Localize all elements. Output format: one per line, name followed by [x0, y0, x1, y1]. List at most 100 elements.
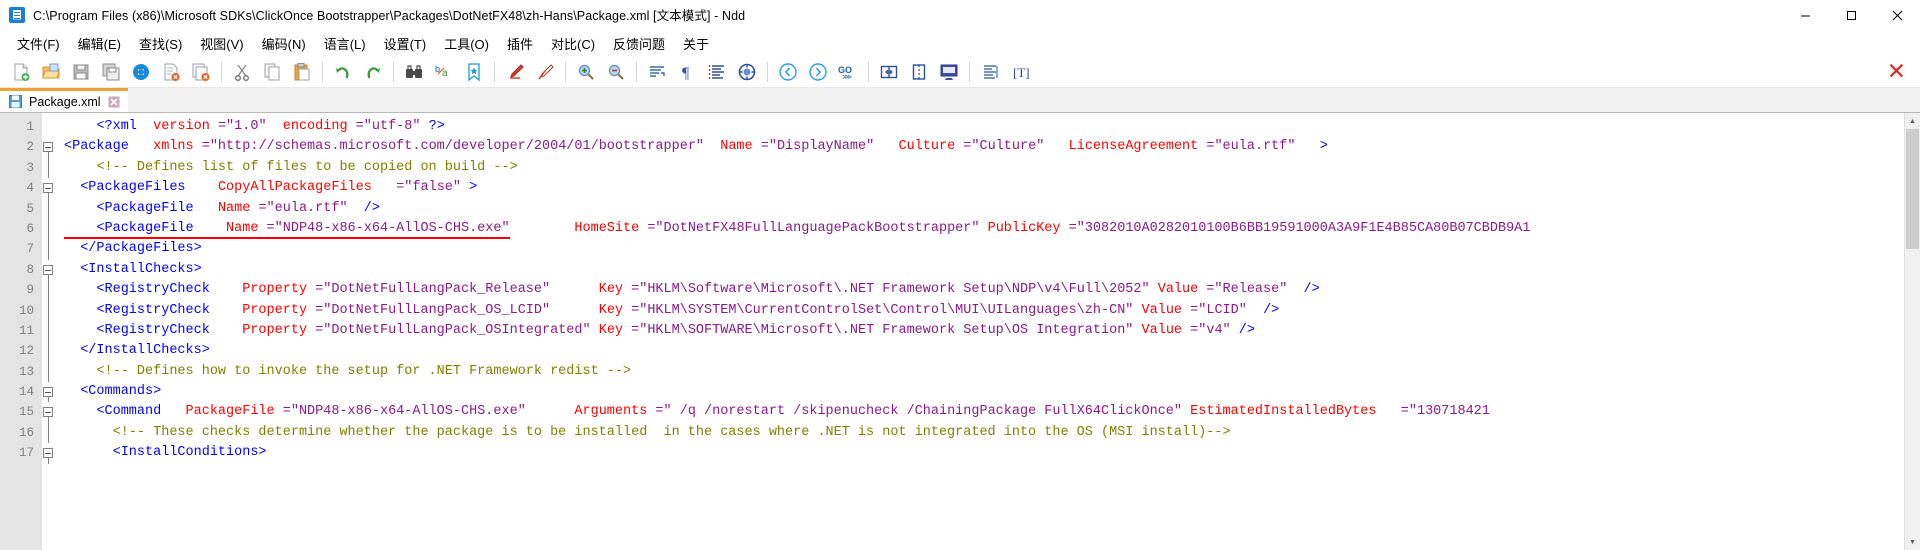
code-line[interactable]: </InstallChecks> [58, 341, 1920, 361]
close-file-icon[interactable] [156, 58, 186, 86]
undo-icon[interactable] [328, 58, 358, 86]
fold-marker[interactable] [42, 239, 58, 260]
fold-marker[interactable] [42, 382, 58, 403]
code-line[interactable]: <!-- Defines how to invoke the setup for… [58, 362, 1920, 382]
menu-tools[interactable]: 工具(O) [435, 31, 498, 56]
ui-theme-icon[interactable] [732, 58, 762, 86]
line-number: 9 [26, 283, 34, 298]
code-line[interactable]: <PackageFiles CopyAllPackageFiles ="fals… [58, 178, 1920, 198]
code-token-val: ="1.0" [217, 119, 267, 134]
fold-collapse-box[interactable] [43, 142, 53, 153]
menu-feedback[interactable]: 反馈问题 [604, 31, 674, 56]
zoom-out-icon[interactable] [601, 58, 631, 86]
print-icon[interactable] [126, 58, 156, 86]
maximize-button[interactable] [1828, 0, 1874, 30]
window-title: C:\Program Files (x86)\Microsoft SDKs\Cl… [33, 9, 746, 23]
close-window-button[interactable] [1874, 0, 1920, 30]
code-content[interactable]: <?xml version ="1.0" encoding ="utf-8" ?… [58, 113, 1920, 550]
show-pilcrow-icon[interactable]: ¶ [672, 58, 702, 86]
previous-icon[interactable] [773, 58, 803, 86]
tab-package-xml[interactable]: Package.xml [0, 88, 128, 112]
fold-marker[interactable] [42, 137, 58, 158]
code-line[interactable]: <RegistryCheck Property ="DotNetFullLang… [58, 301, 1920, 321]
close-all-files-icon[interactable] [186, 58, 216, 86]
code-folding-margin[interactable] [42, 113, 58, 550]
scroll-up-button[interactable]: ▲ [1905, 113, 1920, 129]
menu-settings[interactable]: 设置(T) [375, 31, 436, 56]
line-number: 5 [26, 201, 34, 216]
redo-icon[interactable] [358, 58, 388, 86]
close-tab-icon[interactable] [108, 96, 120, 108]
code-line[interactable]: <PackageFile Name ="eula.rtf" /> [58, 199, 1920, 219]
copy-icon[interactable] [257, 58, 287, 86]
menu-edit[interactable]: 编辑(E) [69, 31, 130, 56]
clear-marker-icon[interactable] [530, 58, 560, 86]
toolbar: b a ¶ GO ⋙ [T] ✕ [0, 56, 1920, 88]
menu-about[interactable]: 关于 [674, 31, 718, 56]
scroll-down-button[interactable]: ▼ [1905, 534, 1920, 550]
replace-icon[interactable]: b a [429, 58, 459, 86]
code-line[interactable]: <RegistryCheck Property ="DotNetFullLang… [58, 280, 1920, 300]
menu-view[interactable]: 视图(V) [191, 31, 252, 56]
new-file-icon[interactable] [6, 58, 36, 86]
fold-marker[interactable] [42, 260, 58, 281]
code-line[interactable]: <?xml version ="1.0" encoding ="utf-8" ?… [58, 117, 1920, 137]
fold-collapse-box[interactable] [43, 407, 53, 418]
split-vertical-icon[interactable] [904, 58, 934, 86]
fold-marker[interactable] [42, 402, 58, 423]
menu-compare[interactable]: 对比(C) [542, 31, 604, 56]
split-horizontal-icon[interactable] [874, 58, 904, 86]
fold-marker[interactable] [42, 341, 58, 362]
fold-marker[interactable] [42, 178, 58, 199]
code-line[interactable]: <InstallConditions> [58, 443, 1920, 463]
code-line[interactable]: </PackageFiles> [58, 239, 1920, 259]
code-line[interactable]: <PackageFile Name ="NDP48-x86-x64-AllOS-… [58, 219, 1920, 239]
go-icon[interactable]: GO ⋙ [833, 58, 863, 86]
bookmark-icon[interactable] [459, 58, 489, 86]
scrollbar-thumb[interactable] [1906, 129, 1919, 249]
menu-search[interactable]: 查找(S) [130, 31, 191, 56]
fold-marker[interactable] [42, 443, 58, 464]
fold-collapse-box[interactable] [43, 183, 53, 194]
code-line[interactable]: <!-- Defines list of files to be copied … [58, 158, 1920, 178]
close-all-documents-button[interactable]: ✕ [1887, 60, 1906, 83]
menu-file[interactable]: 文件(F) [8, 31, 69, 56]
function-list-icon[interactable] [975, 58, 1005, 86]
fold-collapse-box[interactable] [43, 448, 53, 459]
menu-encoding[interactable]: 编码(N) [253, 31, 315, 56]
code-line[interactable]: <!-- These checks determine whether the … [58, 423, 1920, 443]
fold-collapse-box[interactable] [43, 387, 53, 398]
fold-collapse-box[interactable] [43, 264, 53, 275]
menu-language[interactable]: 语言(L) [315, 31, 375, 56]
code-token-val: ="http://schemas.microsoft.com/developer… [201, 139, 705, 155]
minimize-button[interactable] [1782, 0, 1828, 30]
find-icon[interactable] [399, 58, 429, 86]
code-line[interactable]: <Command PackageFile ="NDP48-x86-x64-All… [58, 402, 1920, 422]
code-line[interactable]: <Commands> [58, 382, 1920, 402]
save-icon[interactable] [66, 58, 96, 86]
open-folder-icon[interactable] [36, 58, 66, 86]
indent-guide-icon[interactable] [702, 58, 732, 86]
code-token-val: ="eula.rtf" [258, 200, 348, 216]
text-direction-icon[interactable]: [T] [1005, 58, 1035, 86]
paste-icon[interactable] [287, 58, 317, 86]
zoom-in-icon[interactable] [571, 58, 601, 86]
code-token-attr: Key [598, 282, 632, 298]
vertical-scrollbar[interactable]: ▲ ▼ [1904, 113, 1920, 550]
code-line[interactable]: <InstallChecks> [58, 260, 1920, 280]
cut-icon[interactable] [227, 58, 257, 86]
next-icon[interactable] [803, 58, 833, 86]
word-wrap-icon[interactable] [642, 58, 672, 86]
code-token-val: ="HKLM\SOFTWARE\Microsoft\.NET Framework… [631, 322, 1134, 338]
menu-plugins[interactable]: 插件 [498, 31, 542, 56]
code-line[interactable]: <Package xmlns ="http://schemas.microsof… [58, 137, 1920, 157]
code-line[interactable]: <RegistryCheck Property ="DotNetFullLang… [58, 321, 1920, 341]
monitor-icon[interactable] [934, 58, 964, 86]
save-all-icon[interactable] [96, 58, 126, 86]
code-editor[interactable]: 1 2 3 4 5 6 7 8 9 10 11 12 13 14 15 16 17 <?xml version … [0, 113, 1920, 550]
marker-icon[interactable] [500, 58, 530, 86]
